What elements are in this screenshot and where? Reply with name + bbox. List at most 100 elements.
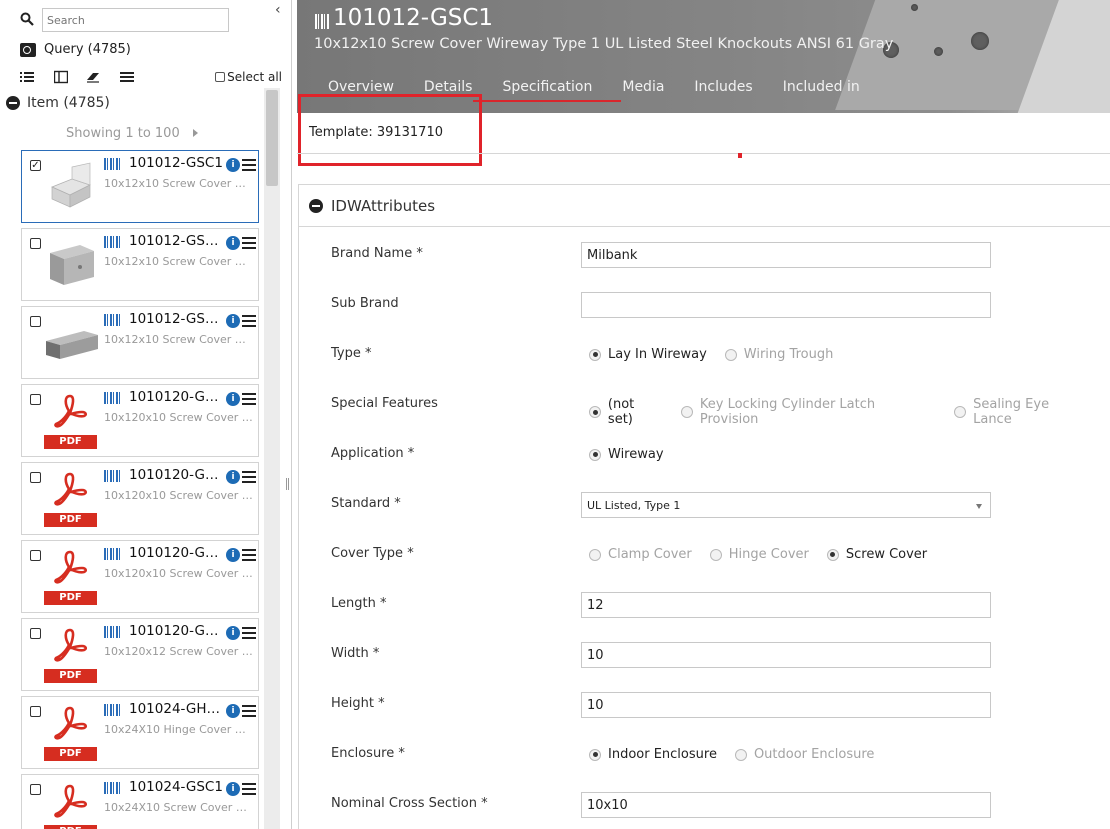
list-item[interactable]: PDF 1010120-GSC...i 10x120x10 Screw Cover … xyxy=(21,540,259,613)
list-item[interactable]: ✓ 101012-GSC1 i 10x12x10 Screw Cover Wi... xyxy=(21,150,259,223)
item-title: 1010120-GSC1 xyxy=(129,389,224,405)
item-menu-icon[interactable] xyxy=(242,315,256,327)
tab-includes[interactable]: Includes xyxy=(679,78,767,102)
split-view-icon[interactable] xyxy=(54,70,68,84)
list-scrollbar[interactable] xyxy=(264,88,280,829)
item-menu-icon[interactable] xyxy=(242,393,256,405)
item-subtitle: 10x12x10 Screw Cover Wi... xyxy=(104,177,256,190)
standard-select[interactable]: UL Listed, Type 1 xyxy=(581,492,991,518)
length-input[interactable] xyxy=(581,592,991,618)
item-menu-icon[interactable] xyxy=(242,783,256,795)
item-group-header[interactable]: Item (4785) xyxy=(6,95,110,111)
info-icon[interactable]: i xyxy=(226,626,240,640)
radio-label: Wiring Trough xyxy=(743,347,834,362)
knockout-hole xyxy=(971,32,989,50)
info-icon[interactable]: i xyxy=(226,548,240,562)
nominal-cross-section-input[interactable] xyxy=(581,792,991,818)
search-icon[interactable] xyxy=(20,12,34,26)
info-icon[interactable]: i xyxy=(226,236,240,250)
tab-media[interactable]: Media xyxy=(607,78,679,102)
list-item[interactable]: PDF 1010120-GSC...i 10x120x12 Screw Cover … xyxy=(21,618,259,691)
menu-icon[interactable] xyxy=(120,70,134,84)
radio-screw-cover[interactable]: Screw Cover xyxy=(826,547,927,562)
list-item[interactable]: 101012-GSC1...i 10x12x10 Screw Cover Wi..… xyxy=(21,228,259,301)
panel-splitter[interactable] xyxy=(286,478,289,490)
info-icon[interactable]: i xyxy=(226,704,240,718)
list-item[interactable]: 101012-GSC1...i 10x12x10 Screw Cover Wi..… xyxy=(21,306,259,379)
tab-specification[interactable]: Specification xyxy=(473,78,622,102)
collapse-section-icon[interactable] xyxy=(309,199,323,213)
list-view-icon[interactable] xyxy=(20,70,34,84)
item-title: 1010120-GSC... xyxy=(129,623,224,639)
item-checkbox[interactable] xyxy=(30,394,41,405)
field-label: Special Features xyxy=(331,396,438,411)
info-icon[interactable]: i xyxy=(226,782,240,796)
query-item[interactable]: Query (4785) xyxy=(20,42,131,57)
list-item[interactable]: PDF 101024-GHC... i 10x24X10 Hinge Cover Wi… xyxy=(21,696,259,769)
item-menu-icon[interactable] xyxy=(242,159,256,171)
list-item[interactable]: PDF 1010120-GSC1 i 10x120x10 Screw Cover W.… xyxy=(21,384,259,457)
radio-icon xyxy=(680,406,693,418)
select-all-checkbox[interactable]: Select all xyxy=(215,70,282,84)
radio-wiring-trough[interactable]: Wiring Trough xyxy=(724,347,834,362)
item-checkbox[interactable] xyxy=(30,316,41,327)
item-checkbox[interactable] xyxy=(30,472,41,483)
width-input[interactable] xyxy=(581,642,991,668)
radio-not-set[interactable]: (not set) xyxy=(589,397,663,427)
field-special-features: Special Features (not set) Key Locking C… xyxy=(331,392,1091,427)
item-menu-icon[interactable] xyxy=(242,627,256,639)
item-title: 101012-GSC1... xyxy=(129,233,224,249)
section-header[interactable]: IDWAttributes xyxy=(309,197,435,215)
item-checkbox[interactable] xyxy=(30,706,41,717)
radio-indoor-enclosure[interactable]: Indoor Enclosure xyxy=(589,747,717,762)
collapse-panel-icon[interactable]: ‹ xyxy=(275,2,281,18)
special-features-radio-group: (not set) Key Locking Cylinder Latch Pro… xyxy=(589,397,1091,427)
radio-hinge-cover[interactable]: Hinge Cover xyxy=(709,547,809,562)
item-checkbox[interactable] xyxy=(30,628,41,639)
collapse-icon[interactable] xyxy=(6,96,20,110)
item-subtitle: 10x120x12 Screw Cover W... xyxy=(104,645,256,658)
field-type: Type * Lay In Wireway Wiring Trough xyxy=(331,342,1091,368)
standard-selected-value: UL Listed, Type 1 xyxy=(587,499,681,512)
cover-type-radio-group: Clamp Cover Hinge Cover Screw Cover xyxy=(589,547,927,562)
field-label: Width * xyxy=(331,646,380,661)
item-checkbox[interactable] xyxy=(30,784,41,795)
barcode-icon xyxy=(104,392,120,404)
radio-clamp-cover[interactable]: Clamp Cover xyxy=(589,547,692,562)
next-page-icon[interactable] xyxy=(193,129,198,137)
radio-sealing-eye-lance[interactable]: Sealing Eye Lance xyxy=(954,397,1091,427)
field-label: Height * xyxy=(331,696,385,711)
brand-name-input[interactable] xyxy=(581,242,991,268)
knockout-hole xyxy=(911,4,918,11)
item-menu-icon[interactable] xyxy=(242,471,256,483)
item-group-label: Item (4785) xyxy=(27,95,110,111)
eraser-icon[interactable] xyxy=(86,70,100,84)
radio-outdoor-enclosure[interactable]: Outdoor Enclosure xyxy=(734,747,874,762)
scrollbar-thumb[interactable] xyxy=(266,90,278,186)
radio-lay-in-wireway[interactable]: Lay In Wireway xyxy=(589,347,707,362)
item-checkbox[interactable] xyxy=(30,238,41,249)
item-menu-icon[interactable] xyxy=(242,705,256,717)
item-menu-icon[interactable] xyxy=(242,549,256,561)
left-panel: ‹ Query (4785) Select all Item (4785) Sh xyxy=(0,0,292,829)
item-checkbox[interactable] xyxy=(30,550,41,561)
info-icon[interactable]: i xyxy=(226,470,240,484)
height-input[interactable] xyxy=(581,692,991,718)
pdf-label: PDF xyxy=(44,669,97,683)
radio-icon xyxy=(589,448,601,461)
radio-wireway[interactable]: Wireway xyxy=(589,447,664,462)
info-icon[interactable]: i xyxy=(226,392,240,406)
item-menu-icon[interactable] xyxy=(242,237,256,249)
product-thumbnail xyxy=(44,159,98,215)
field-label: Cover Type * xyxy=(331,546,414,561)
list-item[interactable]: PDF 101024-GSC1i 10x24X10 Screw Cover Wi..… xyxy=(21,774,259,829)
radio-key-locking[interactable]: Key Locking Cylinder Latch Provision xyxy=(680,397,936,427)
info-icon[interactable]: i xyxy=(226,314,240,328)
item-checkbox[interactable]: ✓ xyxy=(30,160,41,171)
search-input[interactable] xyxy=(42,8,229,32)
field-standard: Standard * UL Listed, Type 1 xyxy=(331,492,1091,518)
list-item[interactable]: PDF 1010120-GSC...i 10x120x10 Screw Cover … xyxy=(21,462,259,535)
info-icon[interactable]: i xyxy=(226,158,240,172)
sub-brand-input[interactable] xyxy=(581,292,991,318)
tab-included-in[interactable]: Included in xyxy=(768,78,875,102)
